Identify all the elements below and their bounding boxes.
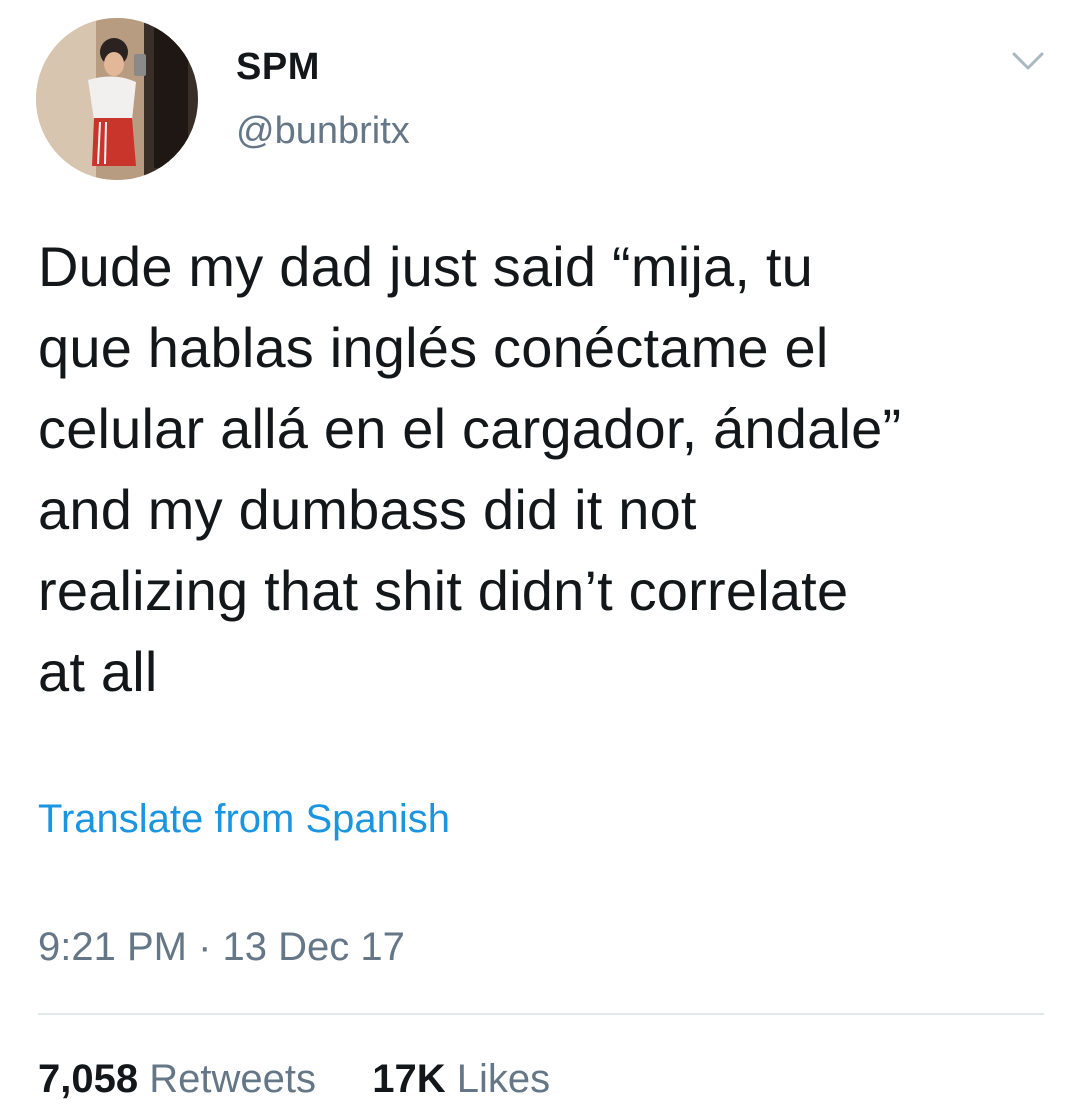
- avatar-photo: [36, 18, 198, 180]
- retweet-label: Retweets: [149, 1057, 316, 1101]
- tweet-timestamp[interactable]: 9:21 PM · 13 Dec 17: [38, 925, 405, 970]
- tweet-date: 13 Dec 17: [222, 925, 405, 969]
- tweet-stats: 7,058 Retweets 17K Likes: [38, 1057, 550, 1102]
- tweet-time: 9:21 PM: [38, 925, 187, 969]
- retweets-stat[interactable]: 7,058 Retweets: [38, 1057, 327, 1101]
- retweet-count: 7,058: [38, 1057, 139, 1101]
- translate-link[interactable]: Translate from Spanish: [38, 797, 450, 842]
- tweet-text: Dude my dad just said “mija, tu que habl…: [38, 235, 902, 703]
- like-label: Likes: [456, 1057, 551, 1101]
- chevron-down-icon[interactable]: [1008, 46, 1048, 76]
- author-display-name[interactable]: SPM: [236, 46, 320, 89]
- author-handle[interactable]: @bunbritx: [236, 110, 410, 153]
- likes-stat[interactable]: 17K Likes: [372, 1057, 550, 1101]
- avatar[interactable]: [36, 18, 198, 180]
- like-count: 17K: [372, 1057, 446, 1101]
- divider: [38, 1013, 1044, 1015]
- timestamp-separator: ·: [198, 925, 212, 969]
